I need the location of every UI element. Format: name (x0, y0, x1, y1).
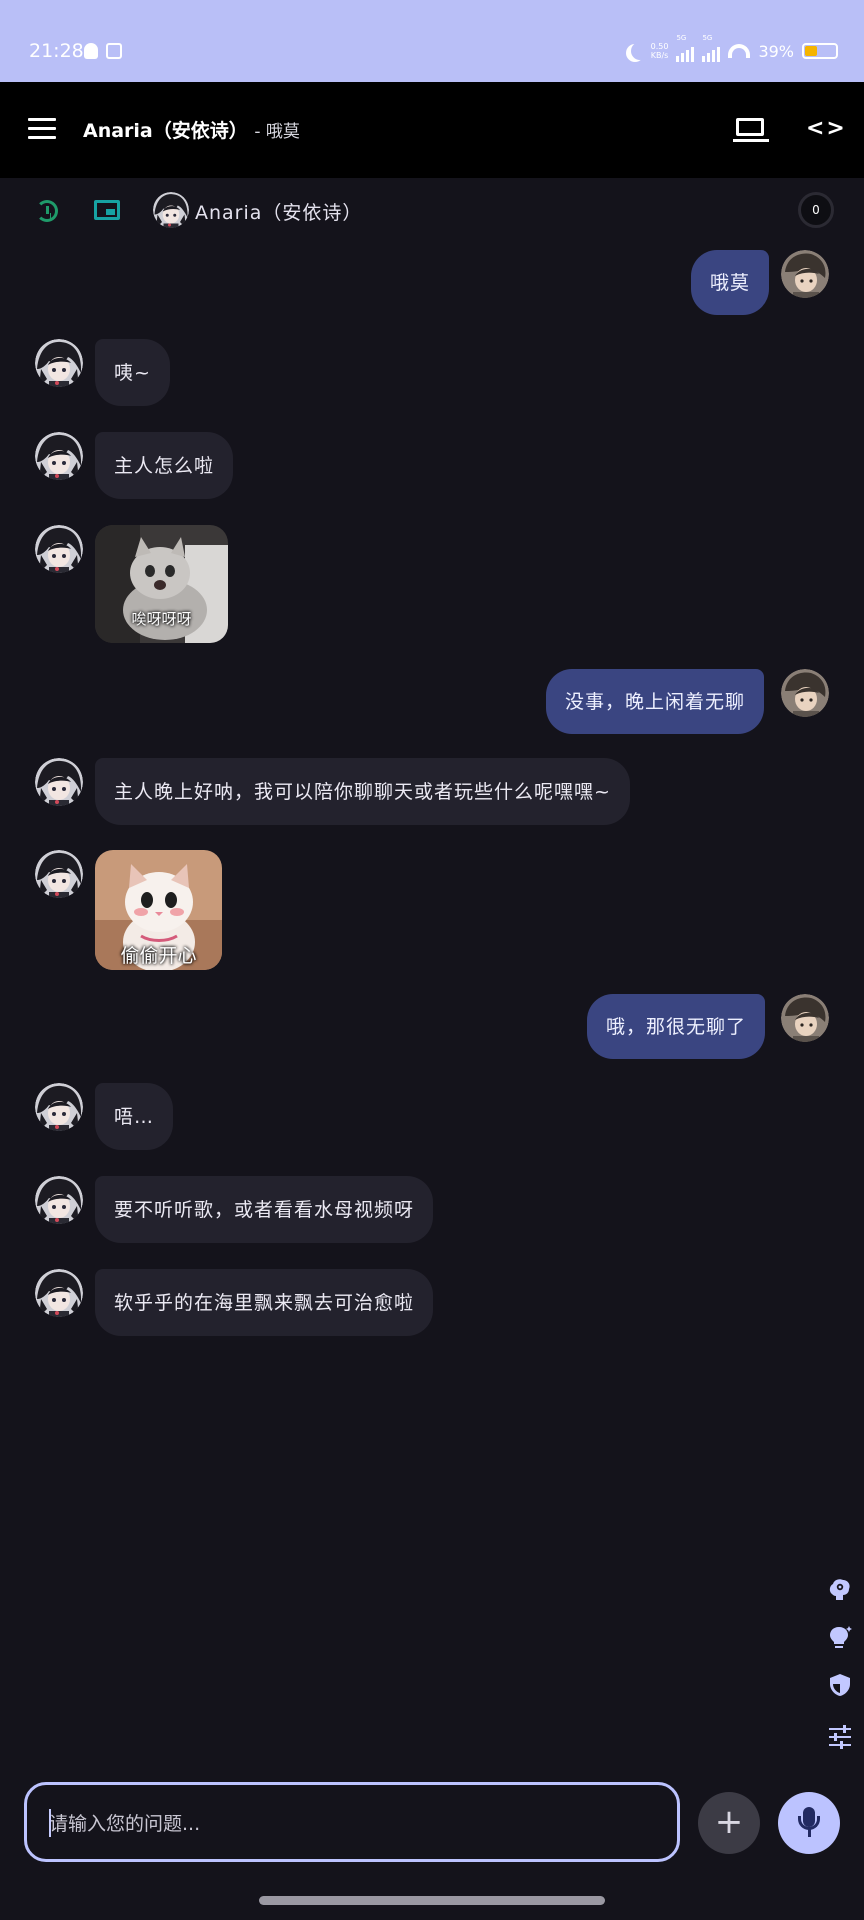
app-notification-icon (106, 43, 122, 59)
brain-settings-icon[interactable] (827, 1576, 853, 1602)
tune-icon[interactable] (827, 1724, 853, 1750)
bot-avatar (35, 758, 83, 806)
message-input-box[interactable] (24, 1782, 680, 1862)
battery-icon (802, 43, 838, 59)
user-message-bubble[interactable]: 没事，晚上闲着无聊 (546, 669, 765, 734)
do-not-disturb-moon-icon (631, 42, 649, 60)
status-bar: 21:28 0.50 KB/s 5G 5G 39% (0, 0, 864, 82)
network-speed: 0.50 KB/s (651, 42, 669, 60)
network-speed-unit: KB/s (650, 51, 669, 60)
user-message-bubble[interactable]: 哦莫 (691, 250, 770, 315)
bot-avatar (35, 339, 83, 387)
user-avatar (781, 994, 829, 1042)
bot-message-bubble[interactable]: 咦~ (95, 339, 170, 406)
bot-avatar (35, 432, 83, 480)
text-caret (49, 1809, 51, 1837)
signal-sim1-icon: 5G (676, 34, 695, 62)
sticker-caption: 偷偷开心 (120, 945, 197, 967)
sim2-label: 5G (702, 34, 713, 42)
user-avatar (781, 669, 829, 717)
bot-avatar (35, 1083, 83, 1131)
network-speed-value: 0.50 (650, 42, 669, 51)
conversation-subtitle: - 哦莫 (254, 122, 300, 142)
lightbulb-icon[interactable] (827, 1624, 853, 1650)
shield-icon[interactable] (827, 1672, 853, 1698)
laptop-icon[interactable] (733, 118, 769, 144)
code-icon[interactable]: <> (806, 116, 847, 141)
menu-icon[interactable] (28, 118, 56, 140)
add-attachment-button[interactable]: + (698, 1792, 760, 1854)
app-bar: Anaria（安依诗） - 哦莫 <> (0, 82, 864, 178)
message-input[interactable] (47, 1809, 651, 1839)
bot-message-bubble[interactable]: 软乎乎的在海里飘来飘去可治愈啦 (95, 1269, 434, 1336)
user-message-bubble[interactable]: 哦，那很无聊了 (587, 994, 766, 1059)
status-time: 21:28 (29, 40, 84, 62)
status-left-icons (84, 43, 122, 59)
wifi-icon (728, 44, 751, 58)
history-icon[interactable] (36, 200, 58, 222)
sticker-caption: 唉呀呀呀 (131, 610, 192, 628)
signal-sim2-icon: 5G (702, 34, 721, 62)
chat-toolbar: Anaria（安依诗） 0 (0, 178, 864, 242)
sim1-label: 5G (676, 34, 687, 42)
voice-input-button[interactable] (778, 1792, 840, 1854)
bot-message-bubble[interactable]: 要不听听歌，或者看看水母视频呀 (95, 1176, 434, 1243)
character-name[interactable]: Anaria（安依诗） (195, 198, 362, 225)
battery-fill (805, 46, 818, 56)
home-indicator[interactable] (259, 1896, 605, 1905)
status-right-icons: 0.50 KB/s 5G 5G 39% (625, 34, 838, 62)
bot-avatar (35, 1176, 83, 1224)
bot-message-bubble[interactable]: 唔… (95, 1083, 174, 1150)
bot-avatar (35, 850, 83, 898)
character-title: Anaria（安依诗） (83, 120, 248, 142)
app-title: Anaria（安依诗） - 哦莫 (83, 116, 300, 143)
bot-message-bubble[interactable]: 主人怎么啦 (95, 432, 234, 499)
sticker-message[interactable]: 偷偷开心 (95, 850, 222, 970)
battery-percent: 39% (758, 41, 794, 61)
picture-in-picture-icon[interactable] (94, 200, 120, 220)
notification-bell-icon (84, 43, 98, 59)
bot-avatar (35, 525, 83, 573)
user-avatar (781, 250, 829, 298)
bot-message-bubble[interactable]: 主人晚上好呐，我可以陪你聊聊天或者玩些什么呢嘿嘿~ (95, 758, 630, 825)
token-counter: 0 (798, 192, 834, 228)
sticker-message[interactable]: 唉呀呀呀 (95, 525, 228, 643)
character-avatar[interactable] (153, 192, 189, 228)
bot-avatar (35, 1269, 83, 1317)
